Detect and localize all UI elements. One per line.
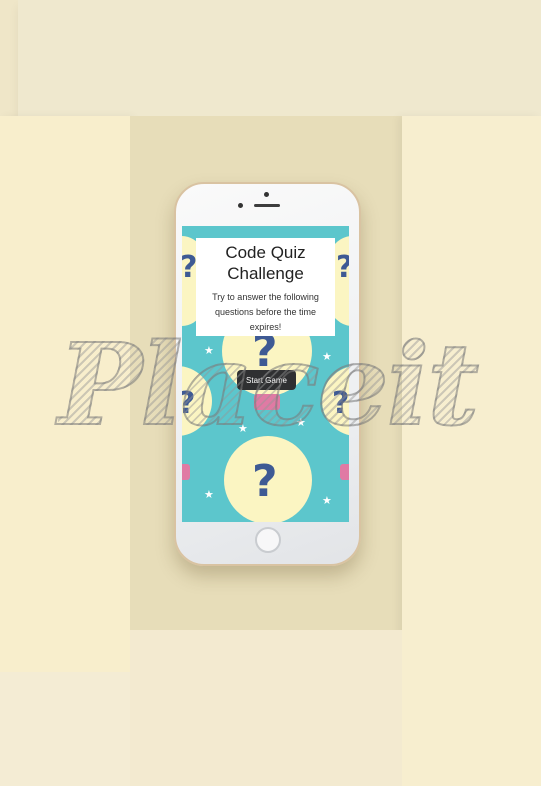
star-icon: ★	[296, 416, 306, 429]
phone-mockup: ? ? ? ? ? ? ★ ★ ★ ★ ★ ★ Code Quiz Challe…	[174, 182, 361, 566]
camera-icon	[264, 192, 269, 197]
intro-card: Code Quiz Challenge Try to answer the fo…	[196, 238, 335, 336]
star-icon: ★	[322, 494, 332, 507]
question-mark-icon: ?	[336, 250, 349, 285]
star-icon: ★	[204, 344, 214, 357]
page-title: Code Quiz Challenge	[225, 243, 306, 283]
background-paper-right	[402, 116, 541, 786]
speaker-grill	[254, 204, 280, 207]
star-icon: ★	[204, 488, 214, 501]
background-paper-top	[18, 0, 541, 116]
background-paper-left	[0, 116, 130, 672]
sensor-icon	[238, 203, 243, 208]
background-paper-bottom	[130, 630, 402, 786]
star-icon: ★	[238, 422, 248, 435]
bulb-base-icon	[340, 464, 349, 480]
bulb-base-icon	[182, 464, 190, 480]
background-paper-bottom-left	[0, 672, 130, 786]
bulb-base-icon	[254, 394, 280, 410]
question-mark-icon: ?	[332, 386, 349, 421]
app-screen: ? ? ? ? ? ? ★ ★ ★ ★ ★ ★ Code Quiz Challe…	[182, 226, 349, 522]
question-mark-icon: ?	[182, 386, 195, 421]
star-icon: ★	[322, 350, 332, 363]
start-game-button[interactable]: Start Game	[237, 370, 296, 390]
home-button	[255, 527, 281, 553]
question-mark-icon: ?	[252, 456, 278, 507]
page-description: Try to answer the following questions be…	[212, 292, 319, 332]
